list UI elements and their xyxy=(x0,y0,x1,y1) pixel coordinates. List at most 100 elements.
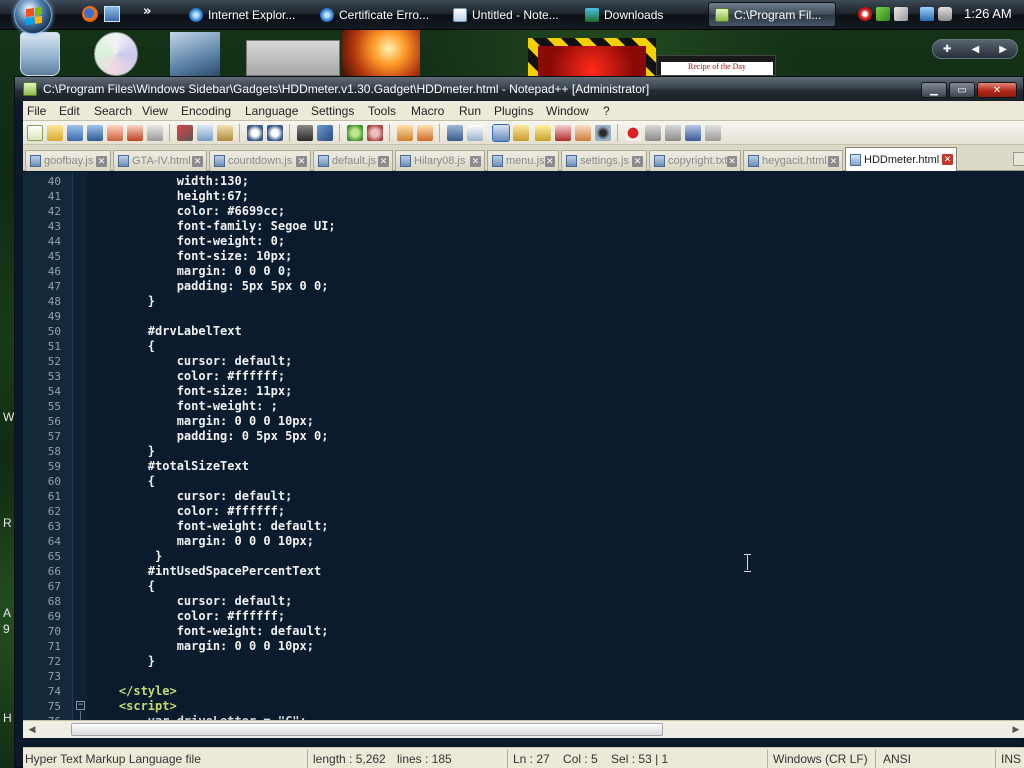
close-tab-icon[interactable]: ✕ xyxy=(470,155,481,167)
menu-plugins[interactable]: Plugins xyxy=(494,104,533,118)
code-line[interactable]: 71 margin: 0 0 0 10px; xyxy=(23,639,1024,654)
code-line[interactable]: 58 } xyxy=(23,444,1024,459)
code-line[interactable]: 59 #totalSizeText xyxy=(23,459,1024,474)
cut-icon[interactable] xyxy=(177,125,193,141)
maximize-button[interactable]: ▭ xyxy=(949,82,975,98)
network-icon[interactable] xyxy=(920,7,934,21)
scrollbar-thumb[interactable] xyxy=(71,723,663,736)
tray-app-icon[interactable] xyxy=(894,7,908,21)
tab-goofbay[interactable]: goofbay.js ✕ xyxy=(25,150,111,171)
title-bar[interactable]: C:\Program Files\Windows Sidebar\Gadgets… xyxy=(15,77,1023,101)
tab-scroll-button[interactable] xyxy=(1013,152,1024,166)
code-line[interactable]: 74 </style> xyxy=(23,684,1024,699)
code-line[interactable]: 65 } xyxy=(23,549,1024,564)
code-line[interactable]: 49 xyxy=(23,309,1024,324)
code-line[interactable]: 45 font-size: 10px; xyxy=(23,249,1024,264)
sync-horizontal-icon[interactable] xyxy=(417,125,433,141)
menu-tools[interactable]: Tools xyxy=(368,104,396,118)
code-line[interactable]: 63 font-weight: default; xyxy=(23,519,1024,534)
replace-icon[interactable] xyxy=(317,125,333,141)
cd-drive-icon[interactable] xyxy=(94,32,138,76)
tab-default[interactable]: default.js ✕ xyxy=(313,150,393,171)
zoom-in-icon[interactable] xyxy=(347,125,363,141)
minimize-button[interactable]: ▁ xyxy=(921,82,947,98)
taskbar-button-active[interactable]: C:\Program Fil... xyxy=(708,2,836,27)
close-tab-icon[interactable]: ✕ xyxy=(192,155,203,167)
code-line[interactable]: 50 #drvLabelText xyxy=(23,324,1024,339)
undo-icon[interactable] xyxy=(247,125,263,141)
code-line[interactable]: 46 margin: 0 0 0 0; xyxy=(23,264,1024,279)
menu-language[interactable]: Language xyxy=(245,104,298,118)
close-all-icon[interactable] xyxy=(127,125,143,141)
taskbar-button[interactable]: Untitled - Note... xyxy=(447,2,575,27)
code-line[interactable]: 73 xyxy=(23,669,1024,684)
code-line[interactable]: 55 font-weight: ; xyxy=(23,399,1024,414)
menu-search[interactable]: Search xyxy=(94,104,132,118)
taskbar-button[interactable]: Internet Explor... xyxy=(183,2,307,27)
close-tab-icon[interactable]: ✕ xyxy=(378,155,389,167)
play-macro-icon[interactable] xyxy=(665,125,681,141)
save-macro-icon[interactable] xyxy=(705,125,721,141)
run-macro-multiple-icon[interactable] xyxy=(685,125,701,141)
tab-gta-iv[interactable]: GTA-IV.html ✕ xyxy=(113,150,207,171)
menu-window[interactable]: Window xyxy=(546,104,589,118)
security-alert-icon[interactable] xyxy=(858,7,872,21)
paste-icon[interactable] xyxy=(217,125,233,141)
save-all-icon[interactable] xyxy=(87,125,103,141)
taskbar-button[interactable]: Downloads xyxy=(579,2,697,27)
code-line[interactable]: 60 { xyxy=(23,474,1024,489)
code-line[interactable]: 61 cursor: default; xyxy=(23,489,1024,504)
menu-run[interactable]: Run xyxy=(459,104,481,118)
close-tab-icon[interactable]: ✕ xyxy=(544,155,555,167)
code-line[interactable]: 66 #intUsedSpacePercentText xyxy=(23,564,1024,579)
code-line[interactable]: 41 height:67; xyxy=(23,189,1024,204)
code-line[interactable]: 75 <script> − xyxy=(23,699,1024,714)
show-desktop-icon[interactable] xyxy=(104,6,120,22)
code-line[interactable]: 47 padding: 5px 5px 0 0; xyxy=(23,279,1024,294)
menu-macro[interactable]: Macro xyxy=(411,104,444,118)
function-list-icon[interactable] xyxy=(555,125,571,141)
code-line[interactable]: 64 margin: 0 0 0 10px; xyxy=(23,534,1024,549)
find-icon[interactable] xyxy=(297,125,313,141)
code-line[interactable]: 67 { xyxy=(23,579,1024,594)
close-tab-icon[interactable]: ✕ xyxy=(96,155,107,167)
monitoring-icon[interactable] xyxy=(595,125,611,141)
redo-icon[interactable] xyxy=(267,125,283,141)
close-tab-icon[interactable]: ✕ xyxy=(727,155,737,167)
code-line[interactable]: 57 padding: 0 5px 5px 0; xyxy=(23,429,1024,444)
close-tab-icon[interactable]: ✕ xyxy=(828,155,839,167)
open-folder-icon[interactable] xyxy=(47,125,63,141)
menu-encoding[interactable]: Encoding xyxy=(181,104,231,118)
zoom-out-icon[interactable] xyxy=(367,125,383,141)
add-gadget-icon[interactable]: ✚ xyxy=(943,44,951,55)
start-button[interactable] xyxy=(14,0,52,34)
code-line[interactable]: 56 margin: 0 0 0 10px; xyxy=(23,414,1024,429)
taskbar-button[interactable]: Certificate Erro... xyxy=(314,2,442,27)
tab-settings[interactable]: settings.js ✕ xyxy=(561,150,647,171)
copy-icon[interactable] xyxy=(197,125,213,141)
close-button[interactable]: ✕ xyxy=(977,82,1017,98)
code-line[interactable]: 52 cursor: default; xyxy=(23,354,1024,369)
next-icon[interactable]: ▶ xyxy=(999,44,1007,55)
code-line[interactable]: 69 color: #ffffff; xyxy=(23,609,1024,624)
new-file-icon[interactable] xyxy=(27,125,43,141)
recycle-bin-icon[interactable] xyxy=(20,32,60,76)
menu-edit[interactable]: Edit xyxy=(59,104,80,118)
sync-vertical-icon[interactable] xyxy=(397,125,413,141)
code-line[interactable]: 72 } xyxy=(23,654,1024,669)
doc-map-icon[interactable] xyxy=(535,125,551,141)
tab-countdown[interactable]: countdown.js ✕ xyxy=(209,150,311,171)
tab-hilary08[interactable]: Hilary08.js ✕ xyxy=(395,150,485,171)
sidebar-controls[interactable]: ✚ ◀ ▶ xyxy=(932,39,1018,59)
print-icon[interactable] xyxy=(147,125,163,141)
code-line[interactable]: 51 { xyxy=(23,339,1024,354)
scroll-left-icon[interactable]: ◀ xyxy=(25,723,39,737)
record-macro-icon[interactable] xyxy=(625,125,641,141)
close-tab-icon[interactable]: ✕ xyxy=(942,154,953,165)
previous-icon[interactable]: ◀ xyxy=(971,44,979,55)
folder-workspace-icon[interactable] xyxy=(575,125,591,141)
horizontal-scrollbar[interactable]: ◀ ▶ xyxy=(23,720,1024,738)
code-line[interactable]: 70 font-weight: default; xyxy=(23,624,1024,639)
code-line[interactable]: 48 } xyxy=(23,294,1024,309)
menu-view[interactable]: View xyxy=(142,104,168,118)
